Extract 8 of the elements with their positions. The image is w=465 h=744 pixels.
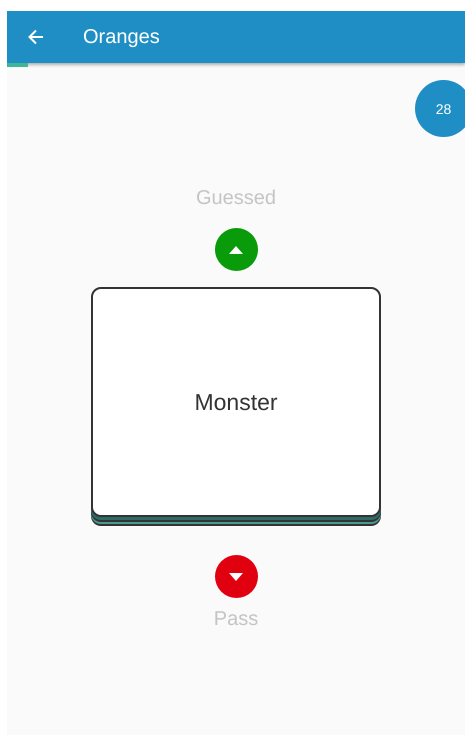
back-arrow-icon (26, 27, 46, 47)
triangle-up-icon (229, 246, 243, 254)
screen-title: Oranges (83, 26, 160, 48)
pass-button[interactable] (214, 555, 258, 598)
triangle-down-icon (229, 572, 243, 580)
guessed-button[interactable] (214, 228, 258, 271)
card-word: Monster (194, 388, 278, 416)
counter-badge: 28 (415, 80, 465, 137)
